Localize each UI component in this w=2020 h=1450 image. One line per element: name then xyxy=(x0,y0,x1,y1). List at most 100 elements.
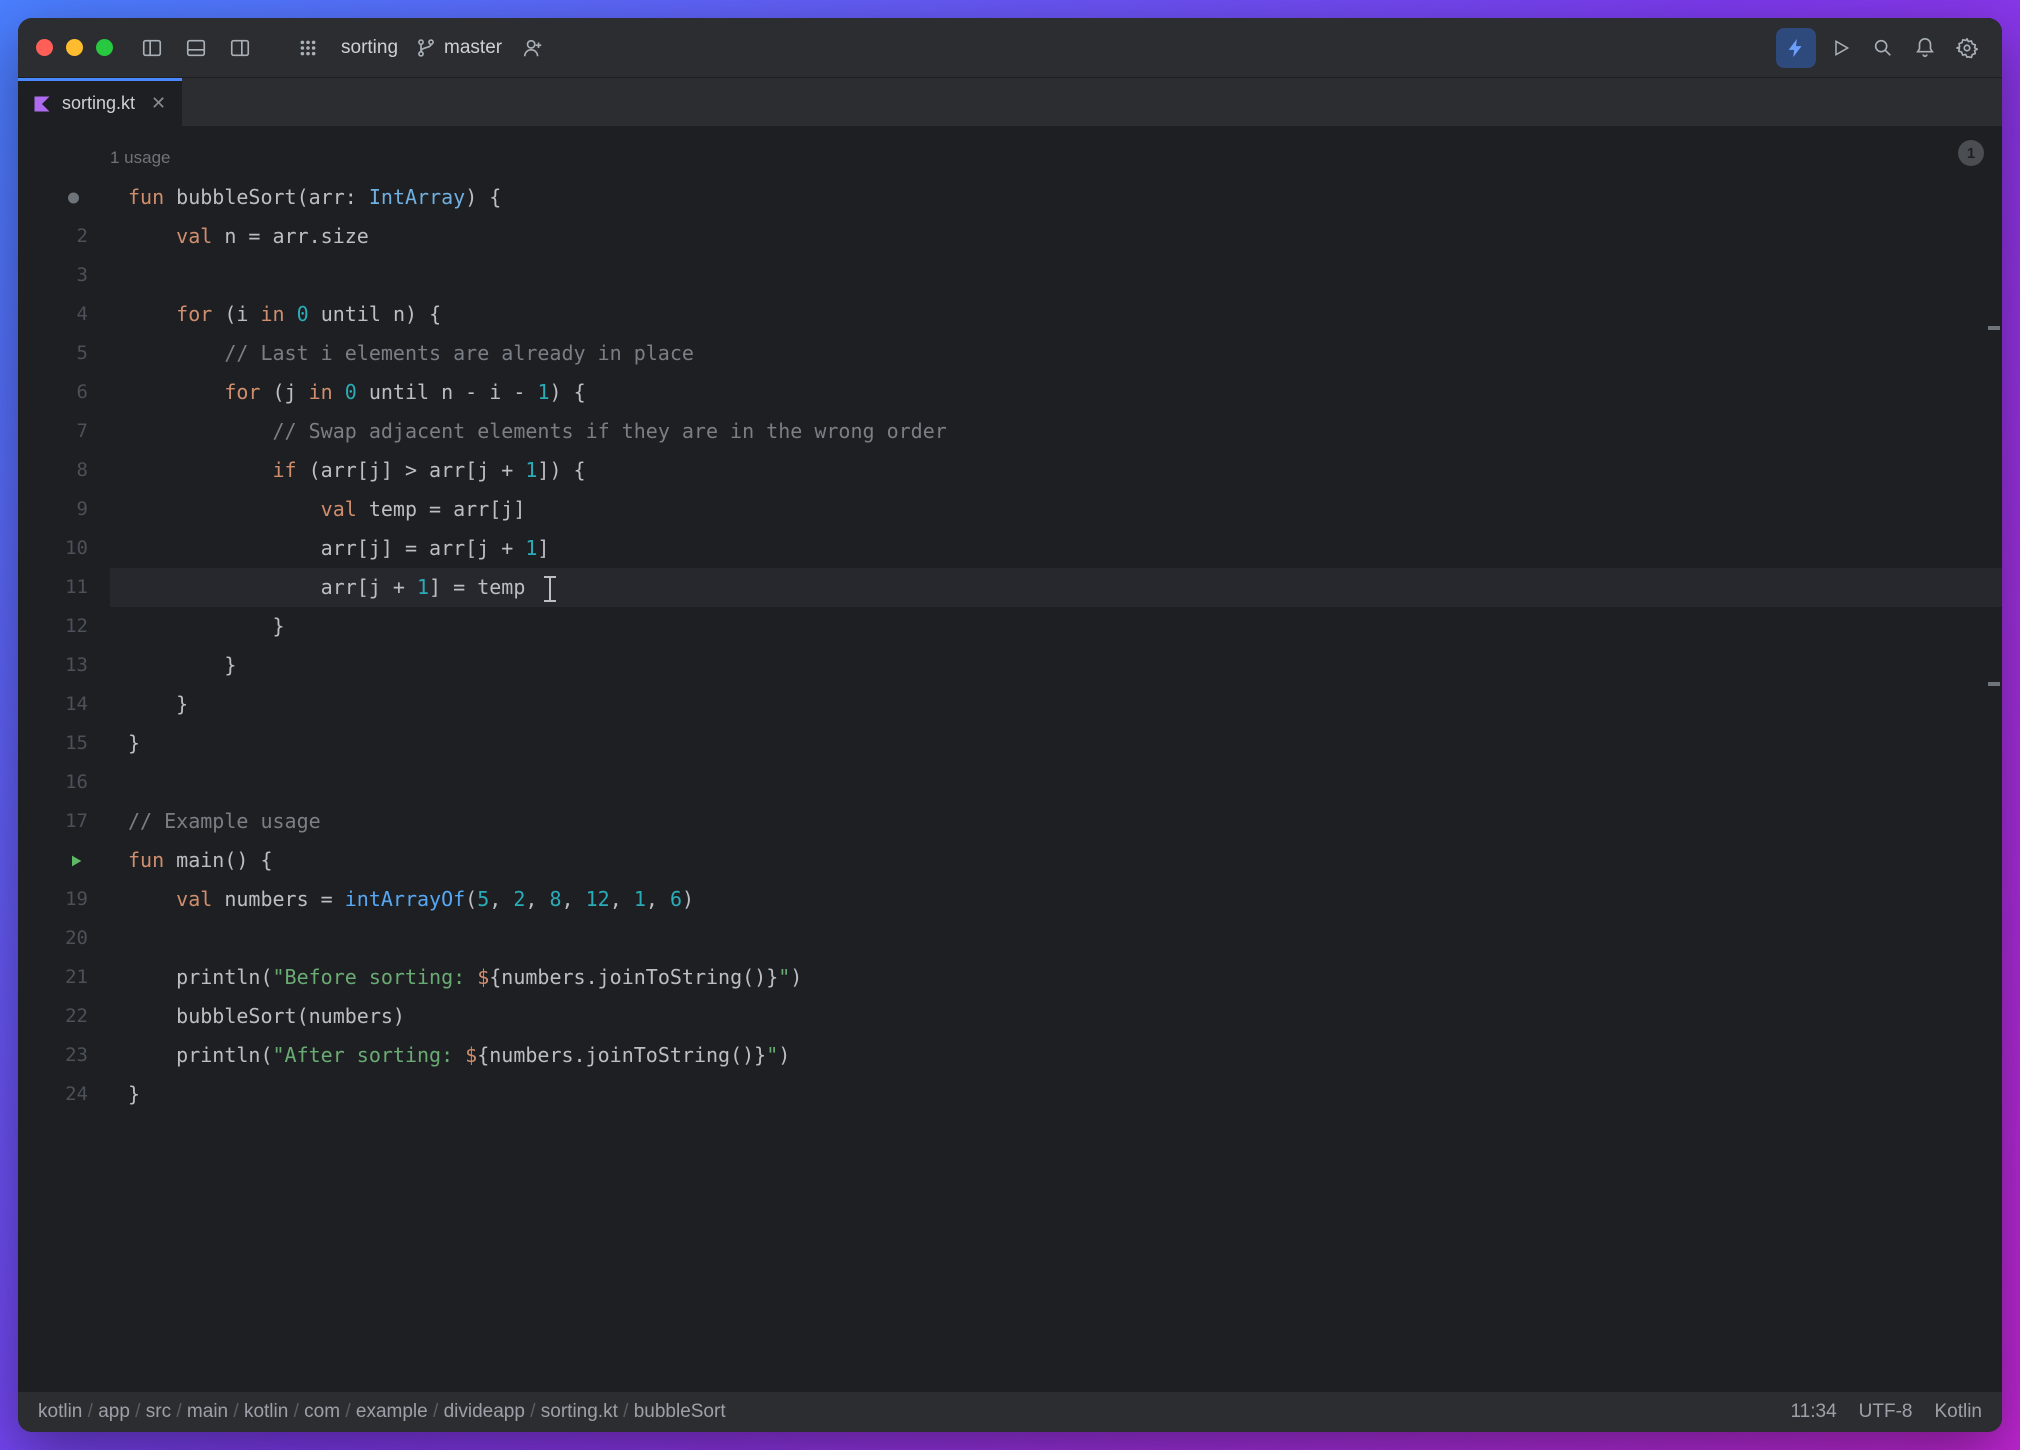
tab-filename: sorting.kt xyxy=(62,93,135,114)
close-tab-icon[interactable]: ✕ xyxy=(151,93,166,114)
breadcrumb-item[interactable]: main xyxy=(187,1401,228,1422)
code-line[interactable]: val numbers = intArrayOf(5, 2, 8, 12, 1,… xyxy=(110,880,2002,919)
breadcrumb-item[interactable]: example xyxy=(356,1401,428,1422)
problems-indicator[interactable]: 1 xyxy=(1958,140,1984,166)
code-line[interactable]: } xyxy=(110,724,2002,763)
line-number[interactable] xyxy=(18,178,110,217)
project-name[interactable]: sorting xyxy=(341,37,398,59)
line-number[interactable]: 21 xyxy=(18,958,110,997)
line-number[interactable]: 11 xyxy=(18,568,110,607)
breadcrumb-item[interactable]: kotlin xyxy=(38,1401,82,1422)
add-collaborator-icon[interactable] xyxy=(516,31,550,65)
code-line[interactable]: println("After sorting: ${numbers.joinTo… xyxy=(110,1036,2002,1075)
tab-sorting-kt[interactable]: sorting.kt ✕ xyxy=(18,78,182,126)
code-area[interactable]: 1 usage fun bubbleSort(arr: IntArray) { … xyxy=(110,126,2002,1392)
maximize-window-button[interactable] xyxy=(96,39,113,56)
app-grid-icon[interactable] xyxy=(291,31,325,65)
file-encoding[interactable]: UTF-8 xyxy=(1859,1401,1913,1423)
line-number-gutter[interactable]: 234567891011121314151617192021222324 xyxy=(18,126,110,1392)
line-number[interactable]: 3 xyxy=(18,256,110,295)
run-button[interactable] xyxy=(1824,31,1858,65)
breadcrumb-separator: / xyxy=(618,1401,634,1422)
caret-position[interactable]: 11:34 xyxy=(1791,1401,1837,1423)
line-number[interactable]: 2 xyxy=(18,217,110,256)
line-number[interactable]: 17 xyxy=(18,802,110,841)
code-line[interactable]: } xyxy=(110,1075,2002,1114)
code-line[interactable]: for (i in 0 until n) { xyxy=(110,295,2002,334)
window-controls xyxy=(36,39,113,56)
code-line[interactable]: val n = arr.size xyxy=(110,217,2002,256)
line-number[interactable]: 10 xyxy=(18,529,110,568)
line-number[interactable]: 13 xyxy=(18,646,110,685)
line-number[interactable]: 6 xyxy=(18,373,110,412)
code-line[interactable]: if (arr[j] > arr[j + 1]) { xyxy=(110,451,2002,490)
line-number[interactable]: 12 xyxy=(18,607,110,646)
breadcrumb-item[interactable]: divideapp xyxy=(444,1401,525,1422)
sidebar-left-icon[interactable] xyxy=(135,31,169,65)
code-line[interactable]: } xyxy=(110,607,2002,646)
breadcrumb-item[interactable]: sorting.kt xyxy=(541,1401,618,1422)
notifications-button[interactable] xyxy=(1908,31,1942,65)
breadcrumb-item[interactable]: app xyxy=(98,1401,130,1422)
usages-hint[interactable]: 1 usage xyxy=(110,148,171,168)
breadcrumb-item[interactable]: src xyxy=(146,1401,171,1422)
code-line[interactable]: } xyxy=(110,685,2002,724)
code-line[interactable] xyxy=(110,919,2002,958)
line-number[interactable]: 7 xyxy=(18,412,110,451)
code-line[interactable]: arr[j + 1] = temp xyxy=(110,568,2002,607)
line-number[interactable]: 16 xyxy=(18,763,110,802)
scrollbar-markers[interactable] xyxy=(1986,126,2002,1392)
minimize-window-button[interactable] xyxy=(66,39,83,56)
run-gutter-icon[interactable] xyxy=(68,853,84,869)
close-window-button[interactable] xyxy=(36,39,53,56)
code-line[interactable]: arr[j] = arr[j + 1] xyxy=(110,529,2002,568)
code-line[interactable] xyxy=(110,763,2002,802)
code-line[interactable]: } xyxy=(110,646,2002,685)
code-line[interactable]: for (j in 0 until n - i - 1) { xyxy=(110,373,2002,412)
code-line[interactable]: // Example usage xyxy=(110,802,2002,841)
line-number[interactable]: 4 xyxy=(18,295,110,334)
line-number[interactable]: 24 xyxy=(18,1075,110,1114)
text-caret xyxy=(549,576,551,602)
code-line[interactable]: fun main() { xyxy=(110,841,2002,880)
code-line[interactable] xyxy=(110,256,2002,295)
sidebar-right-icon[interactable] xyxy=(223,31,257,65)
line-number[interactable]: 20 xyxy=(18,919,110,958)
code-line[interactable]: // Last i elements are already in place xyxy=(110,334,2002,373)
ai-assistant-button[interactable] xyxy=(1776,28,1816,68)
git-branch[interactable]: master xyxy=(416,37,502,59)
line-number[interactable]: 9 xyxy=(18,490,110,529)
breadcrumb-separator: / xyxy=(82,1401,98,1422)
line-number[interactable]: 15 xyxy=(18,724,110,763)
breadcrumb-separator: / xyxy=(228,1401,244,1422)
settings-button[interactable] xyxy=(1950,31,1984,65)
breadcrumb-separator: / xyxy=(130,1401,146,1422)
breadcrumb-separator: / xyxy=(340,1401,356,1422)
code-line[interactable]: // Swap adjacent elements if they are in… xyxy=(110,412,2002,451)
breadcrumb-item[interactable]: com xyxy=(304,1401,340,1422)
sidebar-bottom-icon[interactable] xyxy=(179,31,213,65)
tab-bar: sorting.kt ✕ xyxy=(18,78,2002,126)
breadcrumbs[interactable]: kotlin / app / src / main / kotlin / com… xyxy=(38,1401,726,1423)
file-language[interactable]: Kotlin xyxy=(1934,1401,1982,1423)
code-line[interactable]: fun bubbleSort(arr: IntArray) { xyxy=(110,178,2002,217)
ide-window: sorting master xyxy=(18,18,2002,1432)
line-number[interactable]: 14 xyxy=(18,685,110,724)
breadcrumb-item[interactable]: bubbleSort xyxy=(634,1401,726,1422)
branch-name: master xyxy=(444,37,502,59)
line-number[interactable]: 5 xyxy=(18,334,110,373)
line-number[interactable]: 19 xyxy=(18,880,110,919)
line-number[interactable] xyxy=(18,841,110,880)
code-line[interactable]: println("Before sorting: ${numbers.joinT… xyxy=(110,958,2002,997)
breadcrumb-item[interactable]: kotlin xyxy=(244,1401,288,1422)
line-number[interactable]: 8 xyxy=(18,451,110,490)
code-line[interactable]: bubbleSort(numbers) xyxy=(110,997,2002,1036)
titlebar: sorting master xyxy=(18,18,2002,78)
line-number[interactable]: 23 xyxy=(18,1036,110,1075)
code-line[interactable]: val temp = arr[j] xyxy=(110,490,2002,529)
breadcrumb-separator: / xyxy=(428,1401,444,1422)
editor[interactable]: 234567891011121314151617192021222324 1 u… xyxy=(18,126,2002,1392)
breakpoint-marker[interactable] xyxy=(68,192,79,203)
line-number[interactable]: 22 xyxy=(18,997,110,1036)
search-button[interactable] xyxy=(1866,31,1900,65)
